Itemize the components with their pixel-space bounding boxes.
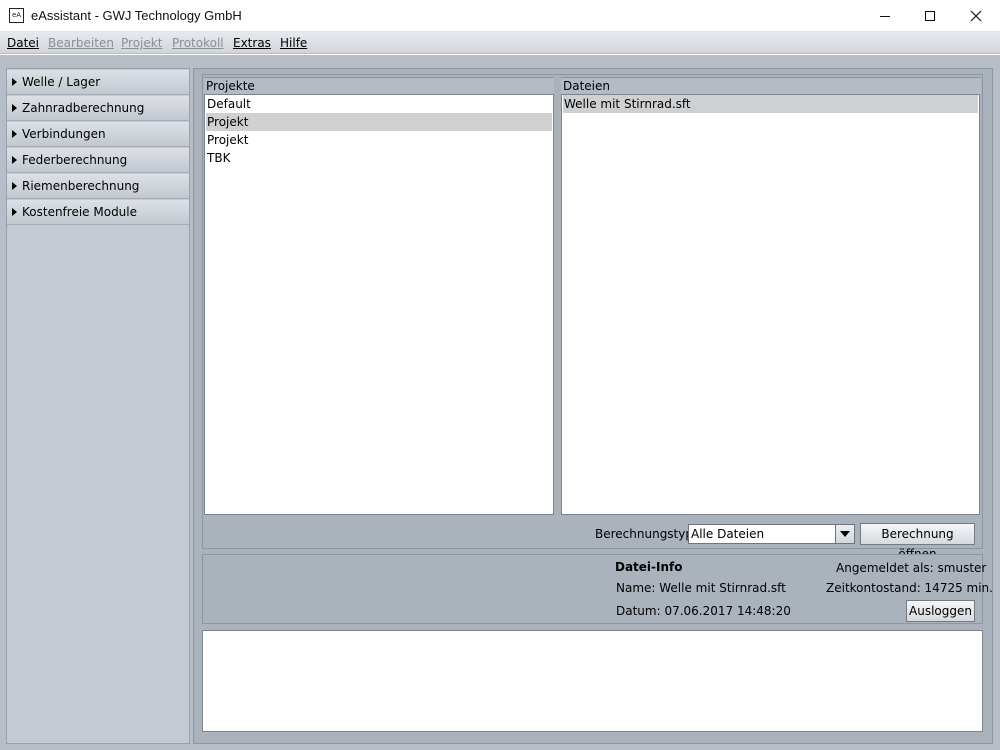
calc-type-label: Berechnungstyp — [595, 527, 693, 541]
menu-projekt[interactable]: Projekt — [121, 36, 162, 50]
sidebar-item-label: Riemenberechnung — [22, 179, 140, 193]
maximize-button[interactable] — [907, 0, 953, 32]
expand-arrow-icon — [12, 208, 17, 216]
files-header: Dateien — [561, 77, 981, 94]
sidebar-item-label: Verbindungen — [22, 127, 106, 141]
sidebar-item-zahnradberechnung[interactable]: Zahnradberechnung — [7, 96, 189, 121]
sidebar-item-riemenberechnung[interactable]: Riemenberechnung — [7, 174, 189, 199]
menu-hilfe-label: Hilfe — [280, 36, 308, 50]
list-item[interactable]: Projekt — [206, 131, 552, 149]
list-item[interactable]: Welle mit Stirnrad.sft — [563, 95, 978, 113]
sidebar-item-welle-lager[interactable]: Welle / Lager — [7, 70, 189, 95]
maximize-icon — [925, 11, 935, 21]
expand-arrow-icon — [12, 156, 17, 164]
sidebar: Welle / Lager Zahnradberechnung Verbindu… — [6, 68, 190, 744]
menu-extras-label: Extras — [233, 36, 271, 50]
log-area[interactable] — [202, 630, 983, 732]
app-icon: eA — [9, 8, 24, 23]
sidebar-item-federberechnung[interactable]: Federberechnung — [7, 148, 189, 173]
projects-header: Projekte — [204, 77, 554, 94]
menu-projekt-label: Projekt — [121, 36, 163, 50]
menu-protokoll-label: Protokoll — [172, 36, 224, 50]
window-title: eAssistant - GWJ Technology GmbH — [31, 8, 242, 23]
file-info-name: Name: Welle mit Stirnrad.sft — [616, 581, 786, 595]
menu-bearbeiten-label: Bearbeiten — [48, 36, 114, 50]
projects-list[interactable]: Default Projekt Projekt TBK — [204, 94, 554, 515]
time-account-label: Zeitkontostand: 14725 min. — [826, 581, 993, 595]
close-button[interactable] — [953, 0, 999, 32]
menu-protokoll[interactable]: Protokoll — [172, 36, 224, 50]
menu-datei[interactable]: Datei — [7, 36, 39, 50]
chevron-down-icon — [840, 531, 850, 537]
sidebar-item-kostenfreie-module[interactable]: Kostenfreie Module — [7, 200, 189, 225]
file-info-title: Datei-Info — [615, 560, 683, 574]
menu-extras[interactable]: Extras — [233, 36, 271, 50]
sidebar-item-label: Kostenfreie Module — [22, 205, 138, 219]
minimize-icon — [880, 15, 890, 17]
file-info-date: Datum: 07.06.2017 14:48:20 — [616, 604, 791, 618]
expand-arrow-icon — [12, 182, 17, 190]
expand-arrow-icon — [12, 78, 17, 86]
sidebar-item-verbindungen[interactable]: Verbindungen — [7, 122, 189, 147]
logged-in-label: Angemeldet als: smuster — [836, 561, 987, 575]
calc-type-select[interactable]: Alle Dateien — [688, 524, 855, 544]
list-item[interactable]: TBK — [206, 149, 552, 167]
dropdown-button[interactable] — [835, 525, 854, 543]
menu-hilfe[interactable]: Hilfe — [280, 36, 307, 50]
files-list[interactable]: Welle mit Stirnrad.sft — [561, 94, 980, 515]
logout-button[interactable]: Ausloggen — [906, 600, 975, 622]
calc-type-value: Alle Dateien — [691, 527, 765, 541]
expand-arrow-icon — [12, 130, 17, 138]
menu-bar: Datei Bearbeiten Projekt Protokoll Extra… — [0, 32, 1000, 54]
list-item[interactable]: Default — [206, 95, 552, 113]
close-icon — [970, 10, 982, 22]
minimize-button[interactable] — [862, 0, 908, 32]
menu-datei-label: Datei — [7, 36, 40, 50]
sidebar-item-label: Zahnradberechnung — [22, 101, 145, 115]
sidebar-item-label: Welle / Lager — [22, 75, 101, 89]
open-calculation-button[interactable]: Berechnung öffnen — [860, 523, 975, 561]
expand-arrow-icon — [12, 104, 17, 112]
title-bar: eA eAssistant - GWJ Technology GmbH — [0, 0, 1000, 32]
list-item[interactable]: Projekt — [206, 113, 552, 131]
menu-bearbeiten[interactable]: Bearbeiten — [48, 36, 114, 50]
sidebar-item-label: Federberechnung — [22, 153, 128, 167]
